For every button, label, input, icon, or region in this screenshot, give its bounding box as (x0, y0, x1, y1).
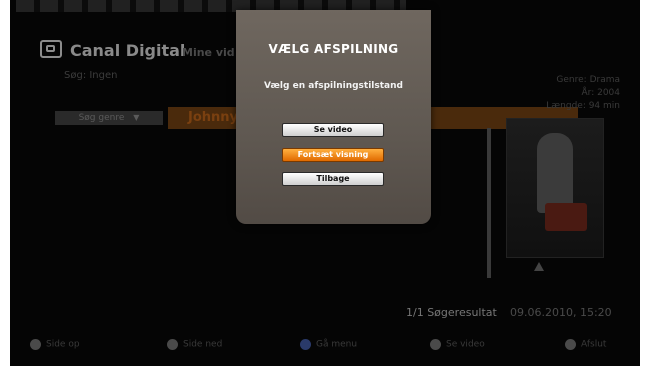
chevron-down-icon: ▼ (133, 113, 140, 122)
result-count: 1/1 Søgeresultat (406, 306, 497, 319)
resume-viewing-button[interactable]: Fortsæt visning (282, 148, 384, 162)
hint-page-up: Side op (30, 339, 80, 350)
genre-search-label: Søg genre (78, 113, 125, 123)
search-label: Søg: Ingen (64, 70, 118, 81)
length-info: Længde: 94 min (546, 101, 620, 111)
date-time: 09.06.2010, 15:20 (510, 306, 612, 319)
green-button-icon (167, 339, 178, 350)
section-title: Mine vid (182, 46, 235, 59)
poster-logo (545, 203, 587, 231)
hint-play-video: Se video (430, 339, 485, 350)
ok-button-icon (430, 339, 441, 350)
hint-menu: Gå menu (300, 339, 357, 350)
canal-digital-logo-icon (40, 40, 62, 58)
year-info: År: 2004 (581, 88, 621, 98)
brand-name: Canal Digital (70, 41, 186, 60)
play-video-button[interactable]: Se video (282, 123, 384, 137)
playback-dialog: VÆLG AFSPILNING Vælg en afspilningstilst… (236, 10, 431, 224)
movie-poster (506, 118, 604, 258)
dialog-title: VÆLG AFSPILNING (268, 42, 399, 56)
rating-icon (534, 262, 544, 271)
back-button[interactable]: Tilbage (282, 172, 384, 186)
poster-figure (537, 133, 573, 213)
tv-screen: Canal Digital Mine vid Søg: Ingen Søg ge… (10, 0, 640, 366)
scrollbar[interactable] (487, 128, 491, 278)
blue-button-icon (300, 339, 311, 350)
hint-page-down: Side ned (167, 339, 222, 350)
red-button-icon (30, 339, 41, 350)
genre-info: Genre: Drama (556, 75, 620, 85)
genre-search-button[interactable]: Søg genre ▼ (55, 111, 163, 125)
dialog-subtitle: Vælg en afspilningstilstand (264, 81, 403, 91)
exit-button-icon (565, 339, 576, 350)
hint-exit: Afslut (565, 339, 606, 350)
